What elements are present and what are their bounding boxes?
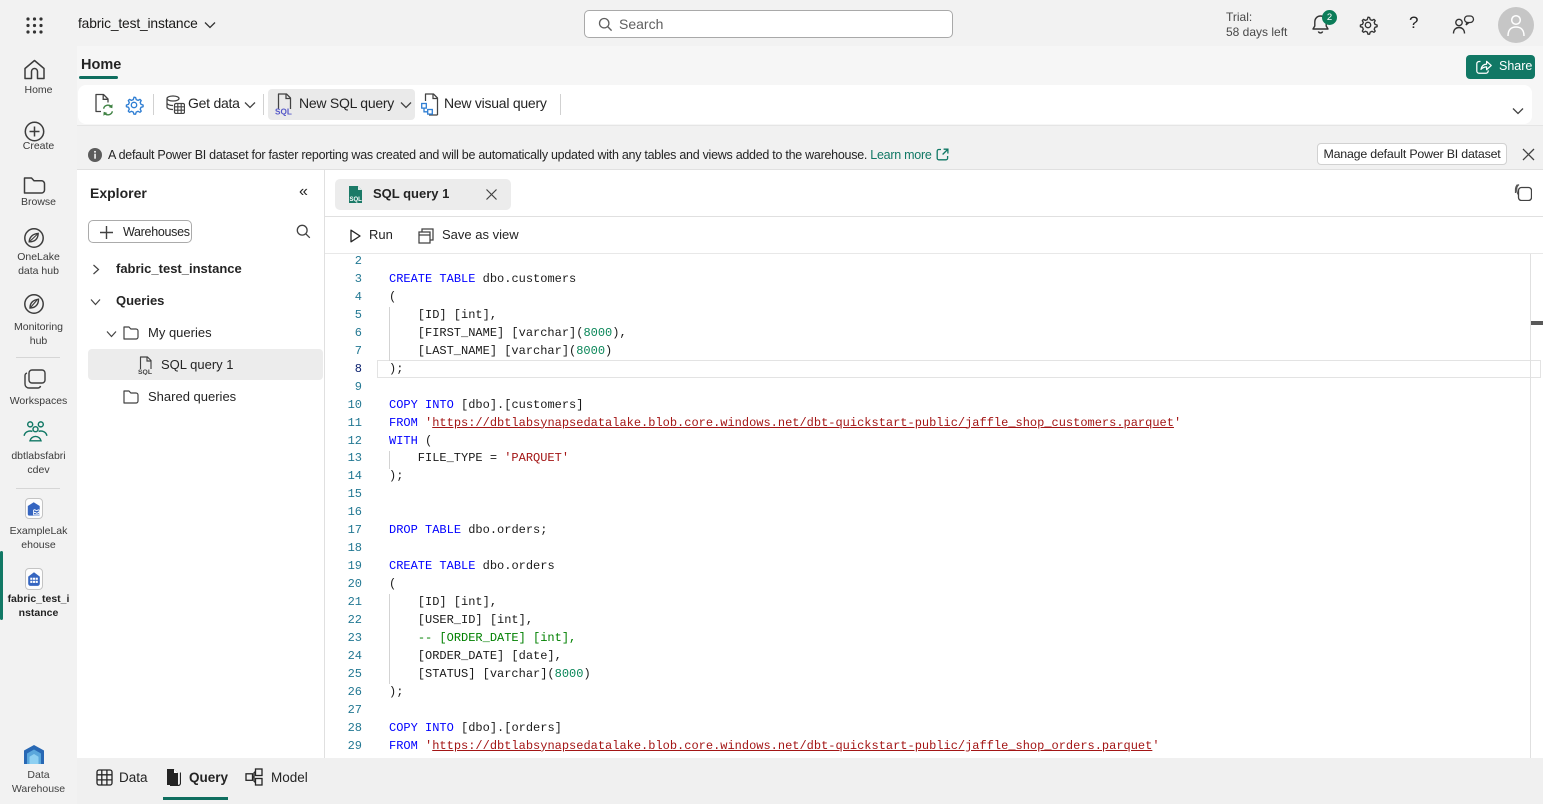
svg-text:SQL: SQL	[138, 369, 152, 375]
svg-text:SQL: SQL	[275, 108, 292, 117]
svg-text:SQL: SQL	[350, 197, 363, 203]
